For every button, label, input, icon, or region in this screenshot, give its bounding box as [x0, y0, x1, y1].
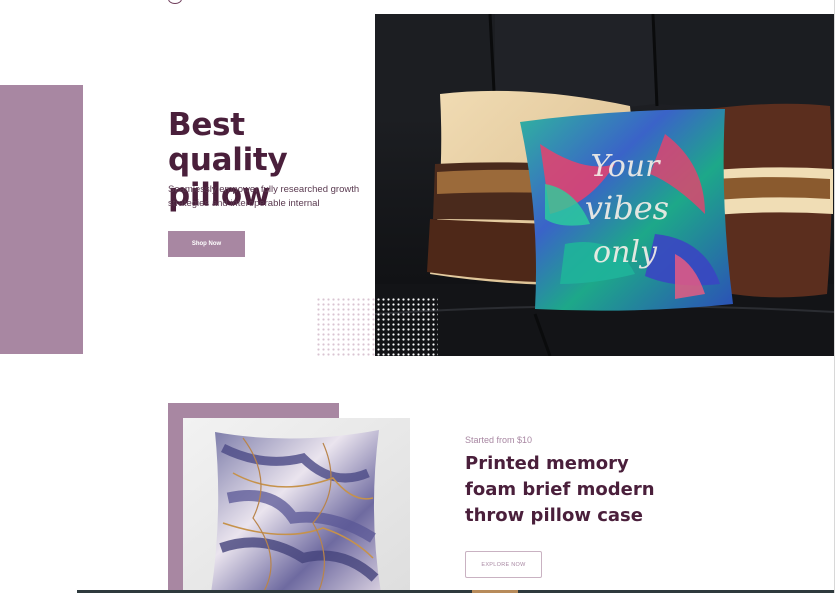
product-title: Printed memory foam brief modern throw p… — [465, 453, 655, 526]
product-pillow-image[interactable] — [183, 418, 410, 593]
svg-text:Your: Your — [591, 149, 662, 184]
svg-text:only: only — [593, 235, 658, 270]
hero-pillow-image: Your vibes only — [375, 14, 835, 356]
dot-pattern-decoration-overlay — [376, 297, 438, 357]
logo-icon[interactable] — [168, 0, 182, 4]
svg-text:vibes: vibes — [585, 189, 669, 227]
explore-now-button[interactable]: EXPLORE NOW — [465, 551, 542, 578]
shop-now-button[interactable]: Shop Now — [168, 231, 245, 257]
hero-accent-bar — [0, 85, 83, 354]
price-label: Started from $10 — [465, 435, 533, 445]
hero-description: Seamlessly empower fully researched grow… — [168, 184, 360, 209]
dot-pattern-decoration — [316, 297, 378, 357]
sofa-cushions-photo: Your vibes only — [375, 14, 835, 356]
marble-pillow-photo — [183, 418, 410, 593]
